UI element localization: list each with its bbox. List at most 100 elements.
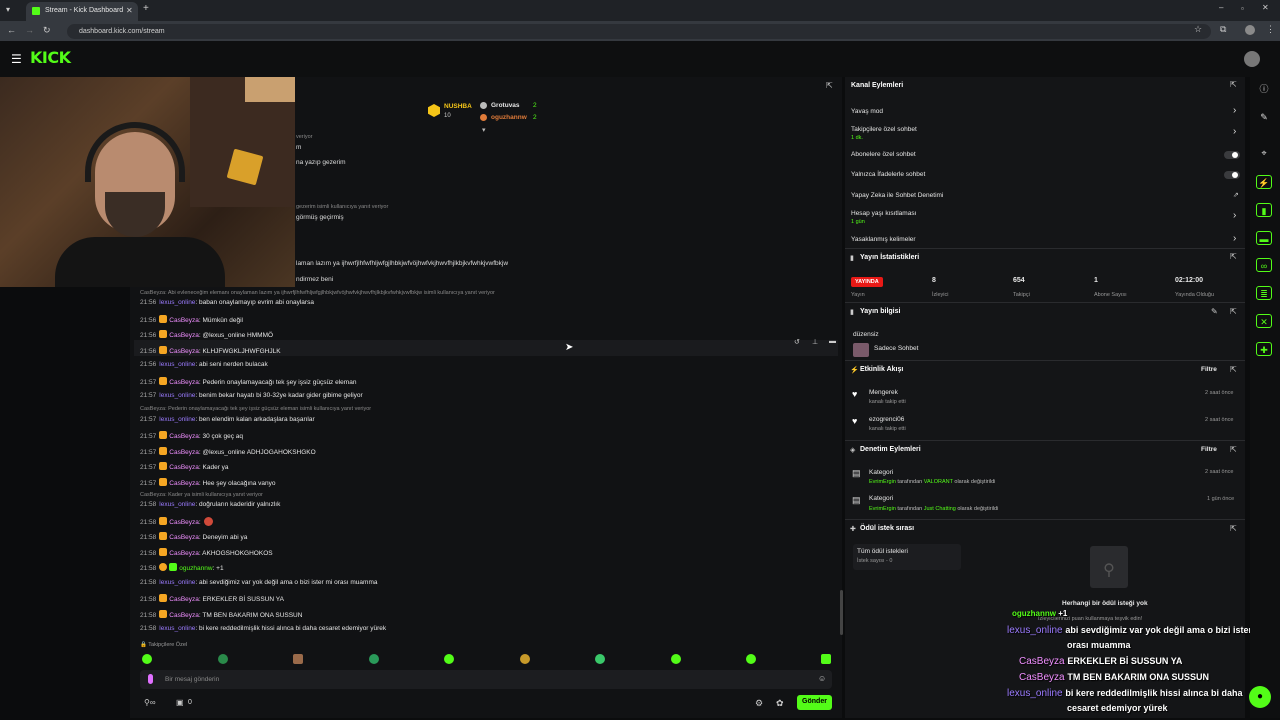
profile-icon[interactable] xyxy=(1245,25,1255,35)
focus-icon[interactable]: ⌖ xyxy=(1256,146,1272,160)
new-tab-icon[interactable]: + xyxy=(143,3,149,14)
chat-message[interactable]: 21:57 lexus_online: benim bekar hayatı bi… xyxy=(140,392,363,399)
chat-username[interactable]: lexus_online xyxy=(159,361,195,368)
chat-message[interactable]: 21:58 lexus_online: doğruların kaderidir … xyxy=(140,501,280,508)
extensions-icon[interactable]: ⧉ xyxy=(1220,24,1226,35)
chat-message[interactable]: 21:57 lexus_online: ben elendim kalan ark… xyxy=(140,416,315,423)
popout-icon[interactable]: ⇱ xyxy=(1230,307,1237,316)
chat-message[interactable]: 21:57 CasBeyza: Pederin onaylamayacağı te… xyxy=(140,377,356,386)
tab-menu-icon[interactable]: ▾ xyxy=(6,5,10,14)
browser-tab[interactable]: Stream - Kick Dashboard ✕ xyxy=(26,2,138,21)
chat-username[interactable]: lexus_online xyxy=(159,501,195,508)
chat-message[interactable]: 21:56 CasBeyza: Mümkün değil xyxy=(140,315,243,324)
chat-bubble-icon[interactable]: ▬ xyxy=(1256,231,1272,245)
emoji-icon[interactable]: ☺ xyxy=(818,674,826,683)
chat-username[interactable]: CasBeyza xyxy=(169,433,199,440)
popout-icon[interactable]: ⇱ xyxy=(1230,445,1237,454)
ai-moderation-label[interactable]: Yapay Zeka ile Sohbet Denetimi xyxy=(851,192,943,199)
browser-menu-icon[interactable]: ⋮ xyxy=(1266,24,1275,35)
emote-icon[interactable] xyxy=(218,654,228,664)
pencil-icon[interactable]: ✎ xyxy=(1256,110,1272,124)
external-link-icon[interactable]: ⇗ xyxy=(1233,191,1239,199)
layers-icon[interactable]: ≣ xyxy=(1256,286,1272,300)
lightning-icon[interactable]: ⚡ xyxy=(1256,175,1272,189)
chevron-right-icon[interactable]: › xyxy=(1233,233,1236,244)
chat-username[interactable]: CasBeyza xyxy=(169,317,199,324)
chat-message[interactable]: 21:58 lexus_online: bi kere reddedilmişli… xyxy=(140,625,386,632)
bookmark-icon[interactable]: ▮ xyxy=(1256,203,1272,217)
emote-icon[interactable] xyxy=(293,654,303,664)
chat-username[interactable]: CasBeyza xyxy=(169,534,199,541)
emote-icon[interactable] xyxy=(142,654,152,664)
chat-message[interactable]: 21:57 CasBeyza: Hee şey olacağına vanyo xyxy=(140,478,276,487)
chat-username[interactable]: CasBeyza xyxy=(169,464,199,471)
chevron-right-icon[interactable]: › xyxy=(1233,126,1236,137)
mic-icon[interactable] xyxy=(148,674,153,684)
moderation-icon[interactable]: ⚲∞ xyxy=(144,698,156,707)
emote-icon[interactable] xyxy=(671,654,681,664)
forward-icon[interactable]: → xyxy=(25,25,34,35)
chat-username[interactable]: lexus_online xyxy=(159,579,195,586)
popout-icon[interactable]: ⇱ xyxy=(1230,365,1237,374)
points-icon[interactable]: ▣ xyxy=(176,698,184,707)
chat-username[interactable]: oguzhannw xyxy=(179,565,212,572)
tab-close-icon[interactable]: ✕ xyxy=(126,6,133,15)
minimize-icon[interactable]: – xyxy=(1219,3,1223,12)
chat-username[interactable]: lexus_online xyxy=(159,392,195,399)
edit-pencil-icon[interactable]: ✎ xyxy=(1211,307,1218,316)
followers-only-chat-label[interactable]: Takipçilere özel sohbet xyxy=(851,126,917,133)
chat-message[interactable]: 21:57 CasBeyza: Kader ya xyxy=(140,462,229,471)
emote-icon[interactable] xyxy=(444,654,454,664)
popout-chat-icon[interactable]: ⇱ xyxy=(826,81,833,90)
chat-username[interactable]: lexus_online xyxy=(159,625,195,632)
chat-username[interactable]: CasBeyza xyxy=(169,480,199,487)
delete-icon[interactable]: ▬ xyxy=(829,338,836,345)
chat-message[interactable]: 21:57 CasBeyza: 30 çok geç aq xyxy=(140,431,243,440)
chat-username[interactable]: CasBeyza xyxy=(169,519,199,526)
chat-username[interactable]: CasBeyza xyxy=(169,332,199,339)
kick-logo[interactable]: KICK xyxy=(30,48,71,67)
hamburger-menu-icon[interactable]: ☰ xyxy=(11,52,22,66)
chat-username[interactable]: CasBeyza xyxy=(169,449,199,456)
emote-icon[interactable] xyxy=(369,654,379,664)
emotes-only-toggle[interactable] xyxy=(1224,171,1240,179)
info-circle-icon[interactable]: ⓘ xyxy=(1256,82,1272,96)
activity-user[interactable]: Mengerek xyxy=(869,389,898,396)
chat-username[interactable]: lexus_online xyxy=(159,299,195,306)
chat-message[interactable]: 21:57 CasBeyza: @lexus_online ADHJOGAHOKS… xyxy=(140,447,316,456)
reply-icon[interactable]: ↺ xyxy=(794,338,800,346)
emote-icon[interactable] xyxy=(746,654,756,664)
chat-username[interactable]: lexus_online xyxy=(159,416,195,423)
bookmark-star-icon[interactable]: ☆ xyxy=(1194,24,1202,35)
puzzle-icon[interactable]: ✚ xyxy=(1256,342,1272,356)
chat-message[interactable]: 21:56 CasBeyza: @lexus_online HMMMÖ xyxy=(140,330,273,339)
chat-message[interactable]: 21:58 CasBeyza: xyxy=(140,517,213,526)
emote-icon[interactable] xyxy=(520,654,530,664)
url-field[interactable]: dashboard.kick.com/stream xyxy=(67,24,1211,39)
popout-icon[interactable]: ⇱ xyxy=(1230,80,1237,89)
emote-icon[interactable] xyxy=(595,654,605,664)
subs-only-toggle[interactable] xyxy=(1224,151,1240,159)
chat-message[interactable]: 21:56 lexus_online: abi seni nerden bulac… xyxy=(140,361,268,368)
chat-message[interactable]: 21:58 CasBeyza: TM BEN BAKARIM ONA SUSSUN xyxy=(140,610,302,619)
emote-picker-icon[interactable]: ✿ xyxy=(776,698,784,709)
reload-icon[interactable]: ↻ xyxy=(43,25,51,36)
slow-mode-label[interactable]: Yavaş mod xyxy=(851,108,883,115)
chat-username[interactable]: CasBeyza xyxy=(169,612,199,619)
popout-icon[interactable]: ⇱ xyxy=(1230,252,1237,261)
chat-message[interactable]: 21:58 CasBeyza: ERKEKLER Bİ SUSSUN YA xyxy=(140,594,284,603)
chevron-right-icon[interactable]: › xyxy=(1233,105,1236,116)
banned-words-label[interactable]: Yasaklanmış kelimeler xyxy=(851,236,916,243)
chevron-down-icon[interactable]: ▾ xyxy=(482,126,486,134)
close-window-icon[interactable]: ✕ xyxy=(1262,3,1269,12)
user-avatar[interactable] xyxy=(1244,51,1260,67)
activity-user[interactable]: ezogrenci06 xyxy=(869,416,904,423)
pin-icon[interactable]: ⊥ xyxy=(812,338,818,346)
popout-icon[interactable]: ⇱ xyxy=(1230,524,1237,533)
floating-chat-button[interactable]: ● xyxy=(1249,686,1271,708)
activity-filter-button[interactable]: Filtre xyxy=(1201,366,1217,373)
chevron-right-icon[interactable]: › xyxy=(1233,210,1236,221)
chat-message[interactable]: 21:58 lexus_online: abi sevdiğimiz var yo… xyxy=(140,579,377,586)
chat-username[interactable]: CasBeyza xyxy=(169,550,199,557)
link-icon[interactable]: ∞ xyxy=(1256,258,1272,272)
